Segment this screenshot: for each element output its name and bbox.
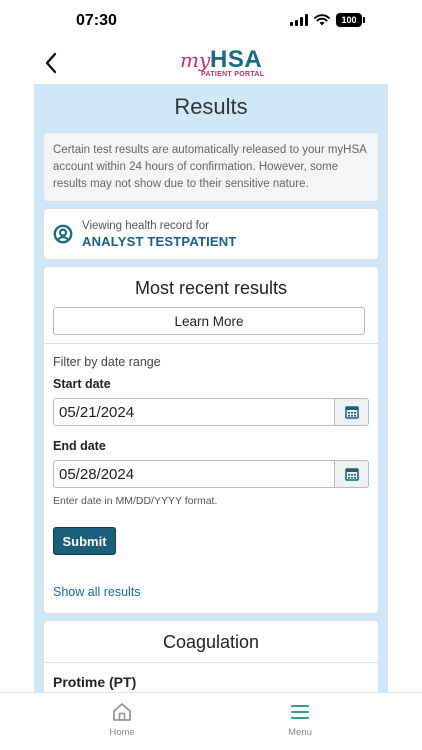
menu-icon	[291, 705, 309, 719]
recent-results-title: Most recent results	[134, 278, 288, 298]
start-date-row	[53, 398, 369, 426]
logo-subtitle: PATIENT PORTAL	[201, 71, 265, 78]
status-icons: 100	[290, 13, 365, 27]
nav-menu-label: Menu	[288, 727, 312, 738]
nav-home-label: Home	[109, 727, 135, 738]
home-icon	[113, 703, 131, 721]
coagulation-title: Coagulation	[44, 621, 378, 663]
viewing-record-label: Viewing health record for	[82, 219, 209, 232]
end-date-row	[53, 460, 369, 488]
myhsa-logo: my HSA PATIENT PORTAL	[180, 44, 280, 82]
nav-home[interactable]: Home	[92, 701, 152, 738]
calendar-icon	[344, 406, 359, 419]
start-date-calendar-button[interactable]	[334, 398, 369, 426]
recent-results-card: Most recent results Learn More Filter by…	[43, 266, 379, 614]
nav-menu[interactable]: Menu	[270, 701, 330, 738]
wifi-icon	[314, 14, 330, 26]
results-content[interactable]: Results Certain test results are automat…	[34, 84, 388, 692]
end-date-calendar-button[interactable]	[334, 460, 369, 488]
chevron-left-icon	[45, 52, 57, 74]
bottom-nav: Home Menu	[0, 692, 422, 750]
end-date-input[interactable]	[53, 460, 334, 488]
filter-label: Filter by date range	[53, 355, 161, 369]
release-notice: Certain test results are automatically r…	[43, 132, 379, 202]
user-circle-icon	[53, 224, 73, 244]
status-time: 07:30	[76, 12, 117, 29]
patient-name: ANALYST TESTPATIENT	[82, 233, 237, 249]
end-date-label: End date	[53, 439, 106, 453]
start-date-input[interactable]	[53, 398, 334, 426]
submit-button[interactable]: Submit	[53, 527, 116, 555]
logo-my: my	[180, 48, 211, 72]
app-header: my HSA PATIENT PORTAL	[0, 42, 422, 84]
start-date-label: Start date	[53, 377, 111, 391]
page-title: Results	[174, 94, 248, 119]
date-filter-form: Filter by date range Start date End date	[44, 355, 378, 613]
back-button[interactable]	[38, 48, 64, 78]
date-format-hint: Enter date in MM/DD/YYYY format.	[53, 495, 218, 507]
show-all-results-link[interactable]: Show all results	[53, 585, 141, 599]
learn-more-button[interactable]: Learn More	[53, 307, 365, 335]
result-item-protime[interactable]: Protime (PT)	[44, 663, 378, 692]
coagulation-card: Coagulation Protime (PT)	[43, 620, 379, 692]
divider	[44, 343, 378, 344]
calendar-icon	[344, 468, 359, 481]
logo-hsa: HSA	[210, 46, 263, 73]
cellular-signal-icon	[290, 14, 308, 26]
battery-icon: 100	[336, 13, 365, 27]
status-bar: 07:30 100	[0, 0, 422, 42]
health-record-banner: Viewing health record for ANALYST TESTPA…	[43, 208, 379, 260]
